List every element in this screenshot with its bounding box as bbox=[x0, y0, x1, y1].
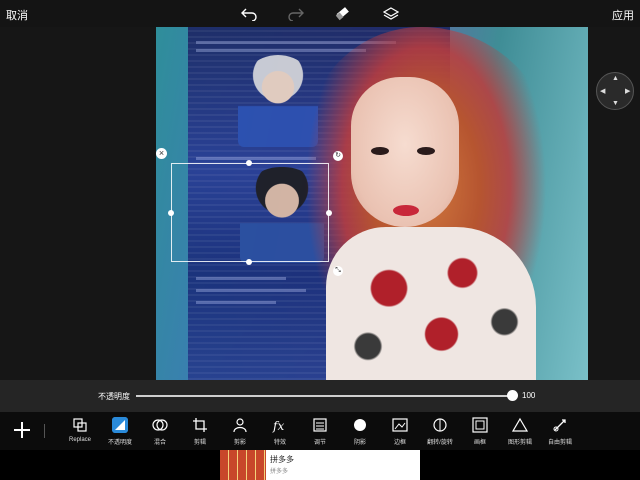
opacity-icon bbox=[112, 417, 128, 433]
fx-icon: fx bbox=[272, 419, 284, 433]
tool-frame[interactable]: 画框 bbox=[460, 417, 500, 449]
cancel-button[interactable]: 取消 bbox=[6, 7, 28, 23]
tool-label: 混合 bbox=[153, 440, 166, 446]
tool-opacity[interactable]: 不透明度 bbox=[100, 417, 140, 449]
nudge-right-icon[interactable]: ▶ bbox=[625, 87, 630, 95]
opacity-slider-track[interactable] bbox=[136, 395, 512, 397]
add-layer-button[interactable] bbox=[13, 421, 31, 439]
main-portrait bbox=[306, 27, 588, 380]
tool-label: 特效 bbox=[273, 440, 286, 446]
tool-free-crop[interactable]: 自由剪辑 bbox=[540, 417, 580, 449]
border-icon bbox=[392, 418, 408, 432]
free-crop-icon bbox=[553, 419, 566, 432]
shape-crop-icon bbox=[512, 417, 528, 432]
lips bbox=[393, 205, 419, 216]
eraser-icon[interactable] bbox=[333, 4, 353, 24]
nudge-left-icon[interactable]: ◀ bbox=[600, 87, 605, 95]
nudge-down-icon[interactable]: ▼ bbox=[612, 100, 619, 107]
toolbar-divider bbox=[44, 424, 45, 438]
tool-flip-rotate[interactable]: 翻转/旋转 bbox=[420, 417, 460, 449]
ad-image bbox=[220, 450, 266, 480]
silhouette-icon bbox=[233, 418, 247, 433]
tool-blend[interactable]: 混合 bbox=[140, 417, 180, 449]
tool-label: 剪影 bbox=[233, 440, 246, 446]
shadow-icon bbox=[354, 419, 366, 431]
tool-label: 翻转/旋转 bbox=[427, 440, 453, 446]
tool-adjust[interactable]: 调节 bbox=[300, 417, 340, 449]
scale-handle-icon[interactable]: ⤡ bbox=[333, 266, 343, 276]
redo-icon[interactable] bbox=[286, 4, 306, 24]
resize-handle-bottom[interactable] bbox=[246, 259, 252, 265]
delete-layer-icon[interactable]: × bbox=[156, 148, 167, 159]
resize-handle-left[interactable] bbox=[168, 210, 174, 216]
ad-subtitle: 拼多多 bbox=[270, 469, 289, 475]
ad-title: 拼多多 bbox=[270, 455, 294, 464]
bottom-toolbar: Replace 不透明度 混合 剪辑 剪影 fx 特效 调节 阴影 边框 翻转/… bbox=[0, 412, 640, 450]
resize-handle-right[interactable] bbox=[326, 210, 332, 216]
tool-fx[interactable]: fx 特效 bbox=[260, 417, 300, 449]
tool-label: 边框 bbox=[393, 440, 406, 446]
tool-crop[interactable]: 剪辑 bbox=[180, 417, 220, 449]
nudge-up-icon[interactable]: ▲ bbox=[612, 75, 619, 82]
svg-text:fx: fx bbox=[272, 419, 284, 433]
apply-button[interactable]: 应用 bbox=[612, 7, 634, 23]
tool-label: 调节 bbox=[313, 440, 326, 446]
resize-handle-top[interactable] bbox=[246, 160, 252, 166]
opacity-label: 不透明度 bbox=[98, 392, 130, 401]
tool-label: 图形剪辑 bbox=[507, 440, 532, 446]
replace-icon bbox=[73, 418, 87, 432]
tool-shadow[interactable]: 阴影 bbox=[340, 417, 380, 449]
tool-replace[interactable]: Replace bbox=[60, 417, 100, 449]
blouse bbox=[326, 227, 536, 380]
tool-label: 画框 bbox=[473, 440, 486, 446]
layers-icon[interactable] bbox=[381, 4, 401, 24]
tool-label: 剪辑 bbox=[193, 440, 206, 446]
crop-icon bbox=[193, 418, 207, 432]
opacity-slider-knob[interactable] bbox=[507, 390, 518, 401]
frame-icon bbox=[472, 417, 488, 433]
opacity-slider-bar: 不透明度 100 bbox=[0, 380, 640, 412]
top-bar: 取消 应用 bbox=[0, 0, 640, 27]
nudge-dpad[interactable]: ▲ ▼ ◀ ▶ bbox=[596, 72, 634, 110]
undo-icon[interactable] bbox=[239, 4, 259, 24]
rotate-handle-icon[interactable]: ↻ bbox=[333, 151, 343, 161]
tool-label: Replace bbox=[68, 437, 91, 443]
ad-banner[interactable]: 拼多多 拼多多 bbox=[220, 450, 420, 480]
tool-silhouette[interactable]: 剪影 bbox=[220, 417, 260, 449]
face bbox=[351, 77, 459, 227]
selection-box[interactable] bbox=[171, 163, 329, 262]
tool-label: 自由剪辑 bbox=[547, 440, 572, 446]
flip-rotate-icon bbox=[433, 418, 447, 432]
adjust-icon bbox=[313, 418, 327, 432]
opacity-value: 100 bbox=[522, 391, 536, 400]
blend-icon bbox=[152, 419, 168, 431]
tool-shape-crop[interactable]: 图形剪辑 bbox=[500, 417, 540, 449]
tool-label: 阴影 bbox=[353, 440, 366, 446]
tool-label: 不透明度 bbox=[107, 440, 132, 446]
tool-border[interactable]: 边框 bbox=[380, 417, 420, 449]
